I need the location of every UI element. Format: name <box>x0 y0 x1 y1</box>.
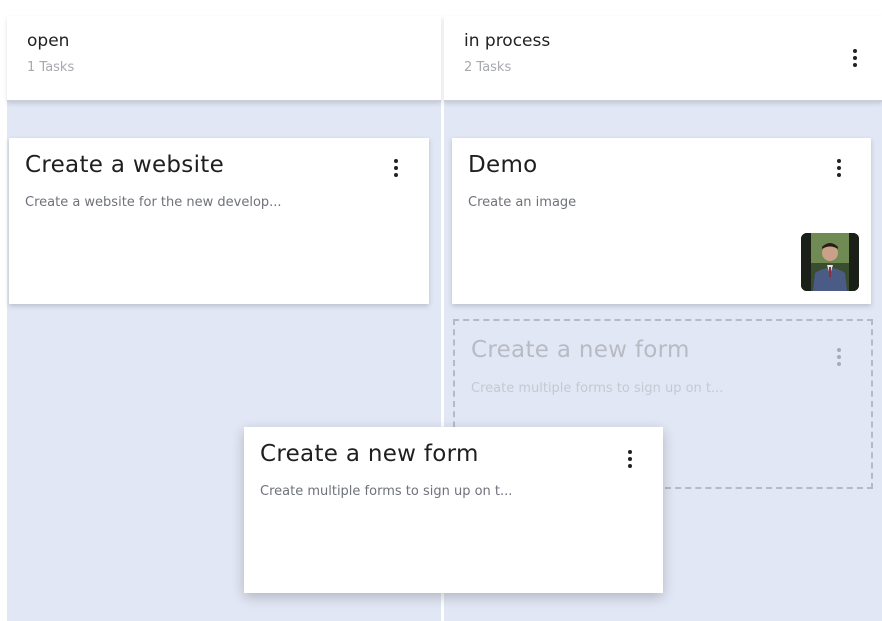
more-options-icon[interactable] <box>835 156 843 180</box>
task-card-create-new-form-dragging[interactable]: Create a new form Create multiple forms … <box>244 427 663 593</box>
card-description: Create multiple forms to sign up on t... <box>260 484 513 499</box>
more-options-icon[interactable] <box>626 447 634 471</box>
card-title: Create a new form <box>260 441 479 467</box>
card-description: Create a website for the new develop... <box>25 195 282 210</box>
card-description: Create multiple forms to sign up on t... <box>471 381 724 396</box>
column-header-in-process: in process 2 Tasks <box>444 16 882 102</box>
card-title: Create a new form <box>471 337 690 363</box>
column-title: in process <box>464 31 551 51</box>
person-photo-icon <box>801 233 859 291</box>
card-title: Demo <box>468 152 538 178</box>
task-count: 2 Tasks <box>464 60 512 75</box>
column-title: open <box>27 31 70 51</box>
task-card-demo[interactable]: Demo Create an image <box>452 138 871 304</box>
task-count: 1 Tasks <box>27 60 75 75</box>
task-card-create-website[interactable]: Create a website Create a website for th… <box>9 138 429 304</box>
card-title: Create a website <box>25 152 225 178</box>
column-menu-icon[interactable] <box>851 46 859 70</box>
more-options-icon <box>835 345 843 369</box>
more-options-icon[interactable] <box>392 156 400 180</box>
column-header-open: open 1 Tasks <box>7 16 441 102</box>
card-description: Create an image <box>468 195 577 210</box>
kanban-board: open 1 Tasks Create a website Create a w… <box>0 0 882 621</box>
